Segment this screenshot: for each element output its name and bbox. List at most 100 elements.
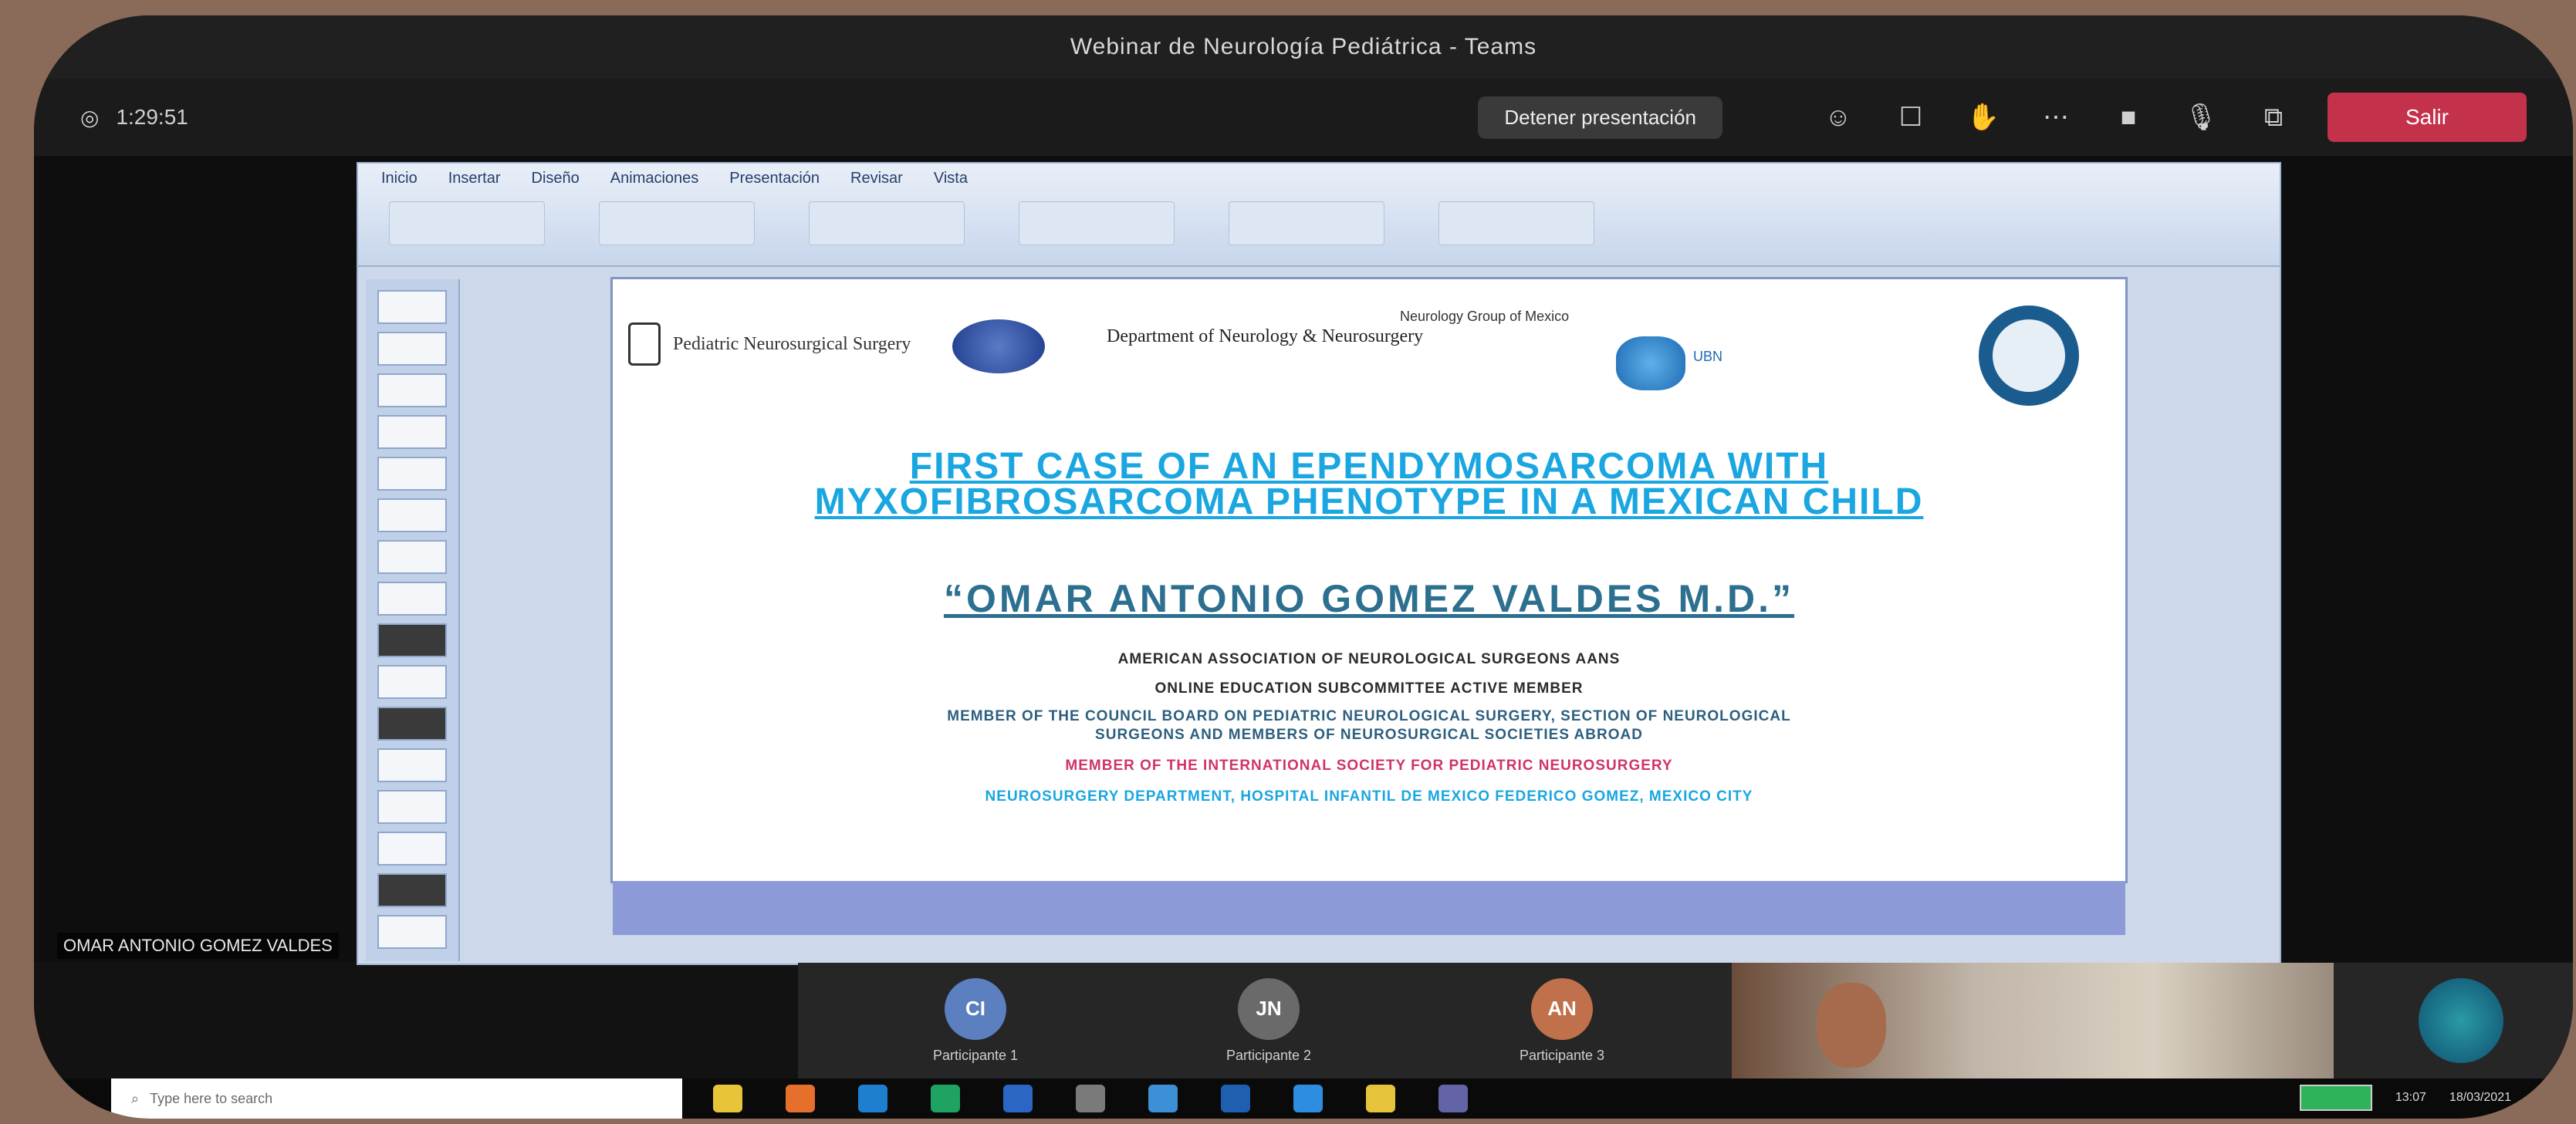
participant-video[interactable]	[1732, 963, 2334, 1078]
slide-line: MEMBER OF THE COUNCIL BOARD ON PEDIATRIC…	[947, 708, 1791, 724]
taskbar-date: 18/03/2021	[2449, 1091, 2511, 1104]
presenter-label: OMAR ANTONIO GOMEZ VALDES	[57, 933, 339, 959]
share-icon[interactable]: ⧉	[2255, 99, 2292, 136]
participants-icon[interactable]: ☺	[1820, 99, 1857, 136]
slide-line: MEMBER OF THE INTERNATIONAL SOCIETY FOR …	[1065, 758, 1673, 774]
app-icon[interactable]	[786, 1085, 815, 1112]
ribbon-group[interactable]	[1229, 201, 1384, 245]
shield-icon: ◎	[80, 105, 100, 130]
crest-icon	[628, 322, 661, 366]
raise-hand-icon[interactable]: ✋	[1965, 99, 2002, 136]
slide-thumbnail[interactable]	[377, 415, 447, 449]
ribbon-tab[interactable]: Insertar	[448, 170, 501, 187]
ribbon-group[interactable]	[1438, 201, 1594, 245]
windows-taskbar: ⌕ Type here to search 13:07 18/03/2021	[34, 1078, 2573, 1119]
department-logo-text: Department of Neurology & Neurosurgery	[1107, 326, 1424, 346]
app-icon[interactable]	[1221, 1085, 1250, 1112]
ribbon-tab[interactable]: Revisar	[850, 170, 903, 187]
participant-strip: CI Participante 1 JN Participante 2 AN P…	[798, 963, 2573, 1078]
taskbar-search[interactable]: ⌕ Type here to search	[111, 1078, 682, 1119]
participant-tile[interactable]: CI Participante 1	[829, 963, 1122, 1078]
slide-thumbnail[interactable]	[377, 498, 447, 532]
slide-thumbnail[interactable]	[377, 623, 447, 657]
slide-thumbnail[interactable]	[377, 540, 447, 574]
slide-title-line2: MYXOFIBROSARCOMA PHENOTYPE IN A MEXICAN …	[814, 481, 1924, 522]
ribbon-group[interactable]	[1019, 201, 1175, 245]
slide-line: ONLINE EDUCATION SUBCOMMITTEE ACTIVE MEM…	[1154, 680, 1584, 697]
app-icon[interactable]	[1148, 1085, 1178, 1112]
slide-thumbnails	[366, 279, 460, 961]
university-logo: Pediatric Neurosurgical Surgery	[628, 322, 911, 366]
ribbon-tab[interactable]: Presentación	[729, 170, 820, 187]
logo-note: Neurology Group of Mexico	[1400, 309, 1570, 324]
seal-logo-icon	[1979, 305, 2079, 406]
slide-thumbnail[interactable]	[377, 582, 447, 616]
slide-author: “OMAR ANTONIO GOMEZ VALDES M.D.”	[943, 577, 1795, 620]
camera-icon[interactable]: ■	[2110, 99, 2147, 136]
person-video-image	[1817, 983, 1886, 1068]
university-logo-text: Pediatric Neurosurgical Surgery	[673, 334, 911, 354]
stop-sharing-button[interactable]: Detener presentación	[1478, 96, 1722, 139]
app-icon[interactable]	[1366, 1085, 1395, 1112]
slide-notes-area	[613, 881, 2125, 935]
search-icon: ⌕	[131, 1090, 140, 1106]
ribbon-group[interactable]	[389, 201, 545, 245]
slide-thumbnail[interactable]	[377, 457, 447, 491]
slide-title-line1: FIRST CASE OF AN EPENDYMOSARCOMA WITH	[909, 446, 1829, 487]
participant-tile[interactable]: AN Participante 3	[1415, 963, 1709, 1078]
ribbon: Inicio Insertar Diseño Animaciones Prese…	[358, 164, 2280, 267]
leave-button[interactable]: Salir	[2328, 93, 2527, 142]
window-titlebar: Webinar de Neurología Pediátrica - Teams	[34, 15, 2573, 79]
ribbon-group[interactable]	[599, 201, 755, 245]
slide-thumbnail[interactable]	[377, 832, 447, 866]
participant-name: Participante 2	[1225, 1047, 1312, 1063]
shared-screen: Inicio Insertar Diseño Animaciones Prese…	[34, 156, 2573, 965]
slide-thumbnail[interactable]	[377, 748, 447, 782]
file-explorer-icon[interactable]	[713, 1085, 742, 1112]
app-icon[interactable]	[1076, 1085, 1105, 1112]
search-placeholder: Type here to search	[150, 1090, 273, 1106]
slide-line: SURGEONS AND MEMBERS OF NEUROSURGICAL SO…	[1095, 727, 1643, 743]
brain-logo-text: UBN	[1693, 349, 1723, 364]
participant-tile[interactable]: JN Participante 2	[1122, 963, 1415, 1078]
teams-icon[interactable]	[1438, 1085, 1468, 1112]
current-slide: Pediatric Neurosurgical Surgery Departme…	[613, 279, 2125, 881]
taskbar-time: 13:07	[2395, 1091, 2426, 1104]
ribbon-tab[interactable]: Diseño	[532, 170, 580, 187]
meeting-timer: 1:29:51	[116, 105, 188, 129]
slide-thumbnail[interactable]	[377, 290, 447, 324]
globe-logo-icon	[952, 319, 1045, 373]
slide-thumbnail[interactable]	[377, 873, 447, 907]
slide-thumbnail[interactable]	[377, 373, 447, 407]
participant-name: Participante 3	[1519, 1047, 1605, 1063]
ribbon-tab[interactable]: Vista	[934, 170, 968, 187]
window-title: Webinar de Neurología Pediátrica - Teams	[1070, 34, 1537, 59]
battery-icon[interactable]	[2299, 1085, 2372, 1111]
participant-name: Participante 1	[932, 1047, 1019, 1063]
powerpoint-window: Inicio Insertar Diseño Animaciones Prese…	[357, 162, 2281, 965]
slide-line: NEUROSURGERY DEPARTMENT, HOSPITAL INFANT…	[985, 788, 1753, 805]
ribbon-tab[interactable]: Animaciones	[610, 170, 699, 187]
microphone-icon[interactable]: 🎙	[2182, 99, 2219, 136]
slide-thumbnail[interactable]	[377, 665, 447, 699]
more-options-icon[interactable]: ⋯	[2037, 99, 2074, 136]
avatar: JN	[1238, 977, 1300, 1040]
ribbon-group[interactable]	[809, 201, 965, 245]
slide-thumbnail[interactable]	[377, 790, 447, 824]
slide-thumbnail[interactable]	[377, 915, 447, 949]
meeting-toolbar: ◎ 1:29:51 Detener presentación ☺ ☐ ✋ ⋯ ■…	[34, 79, 2573, 156]
slide-thumbnail[interactable]	[377, 332, 447, 366]
app-icon[interactable]	[1293, 1085, 1323, 1112]
avatar: CI	[945, 977, 1006, 1040]
edge-icon[interactable]	[858, 1085, 887, 1112]
teams-window: Webinar de Neurología Pediátrica - Teams…	[34, 15, 2573, 1119]
ribbon-tab[interactable]: Inicio	[381, 170, 418, 187]
slide-line: AMERICAN ASSOCIATION OF NEUROLOGICAL SUR…	[1117, 651, 1621, 667]
organization-logo-icon	[2419, 978, 2503, 1063]
brain-logo-icon	[1616, 336, 1685, 390]
avatar: AN	[1531, 977, 1593, 1040]
chat-icon[interactable]: ☐	[1892, 99, 1929, 136]
app-icon[interactable]	[931, 1085, 960, 1112]
word-icon[interactable]	[1003, 1085, 1033, 1112]
slide-thumbnail[interactable]	[377, 707, 447, 741]
